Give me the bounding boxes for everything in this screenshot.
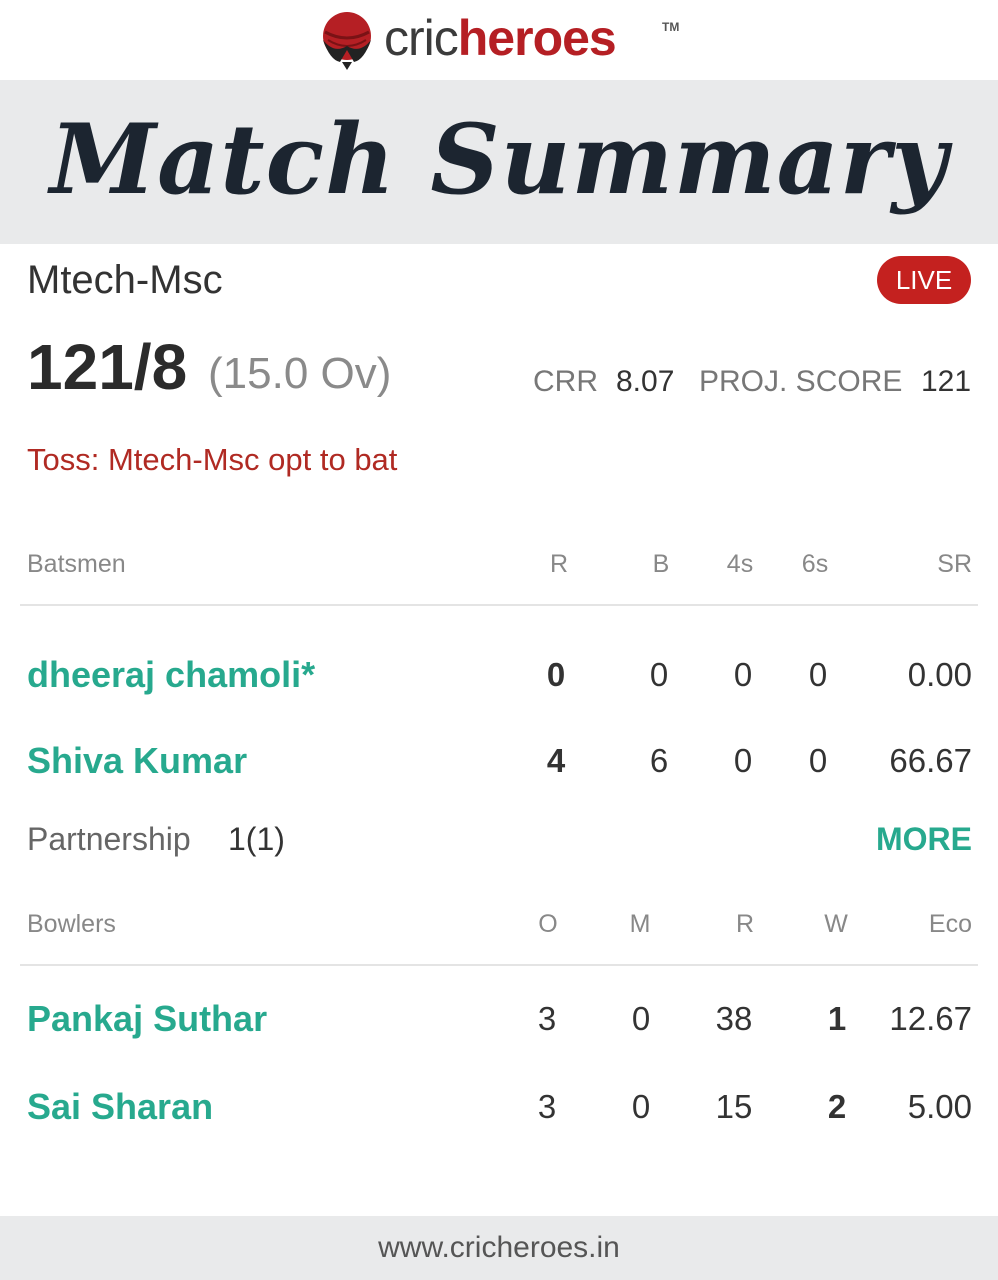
balls-header: B [652,550,670,578]
live-status-badge: LIVE [877,256,971,304]
bowler-wickets: 2 [827,1088,847,1125]
page-title: Match Summary [49,103,949,216]
batting-header-divider [20,604,978,606]
brand-header: cricheroes TM [0,0,998,80]
batsman-name-link[interactable]: dheeraj chamoli* [27,652,315,698]
batsman-runs: 4 [546,742,566,779]
fours-header: 4s [726,550,754,578]
cricket-ball-logo-icon [323,12,371,70]
bowler-economy: 5.00 [907,1088,972,1125]
brand-wordmark: cricheroes [384,8,617,68]
bowler-name-link[interactable]: Sai Sharan [27,1084,213,1130]
trademark-symbol: TM [662,20,680,34]
bowler-runs: 15 [715,1088,753,1125]
crr-label: CRR [533,365,598,398]
bowling-header-divider [20,964,978,966]
batsman-fours: 0 [733,742,753,779]
brand-cric-text: cric [384,10,459,66]
runs-header: R [549,550,569,578]
bowler-overs: 3 [537,1000,557,1037]
more-button[interactable]: MORE [860,818,972,860]
projected-score-label: PROJ. SCORE [699,365,903,398]
brand-heroes-text: heroes [457,10,617,66]
batsman-balls: 6 [649,742,669,779]
bowlers-header: Bowlers [27,910,116,938]
batsman-fours: 0 [733,656,753,693]
economy-header: Eco [928,910,972,938]
overs-header: O [538,910,558,938]
partnership-value: 1(1) [228,821,285,857]
maidens-header: M [629,910,651,938]
overs-count: (15.0 Ov) [208,349,392,398]
batsman-balls: 0 [649,656,669,693]
bowler-runs: 38 [715,1000,753,1037]
partnership-label: Partnership [27,821,191,857]
sixes-header: 6s [801,550,829,578]
team-score: 121/8 [27,331,188,403]
title-banner: Match Summary [0,80,998,244]
batsman-strike-rate: 0.00 [907,656,972,693]
bowler-maidens: 0 [631,1088,651,1125]
wickets-header: W [824,910,848,938]
bowler-name-link[interactable]: Pankaj Suthar [27,996,267,1042]
runs-conceded-header: R [735,910,755,938]
bowler-wickets: 1 [827,1000,847,1037]
bowler-overs: 3 [537,1088,557,1125]
batsman-strike-rate: 66.67 [889,742,972,779]
bowler-maidens: 0 [631,1000,651,1037]
website-link[interactable]: www.cricheroes.in [0,1230,998,1266]
strike-rate-header: SR [937,550,972,578]
team-name: Mtech-Msc [27,258,223,302]
footer-bar: www.cricheroes.in [0,1216,998,1280]
batsman-sixes: 0 [808,656,828,693]
bowler-economy: 12.67 [889,1000,972,1037]
crr-value: 8.07 [616,365,675,398]
toss-info: Toss: Mtech-Msc opt to bat [27,442,398,477]
batsman-sixes: 0 [808,742,828,779]
batsman-runs: 0 [546,656,566,693]
batsmen-header: Batsmen [27,550,126,578]
projected-score-value: 121 [921,365,972,398]
batsman-name-link[interactable]: Shiva Kumar [27,738,247,784]
